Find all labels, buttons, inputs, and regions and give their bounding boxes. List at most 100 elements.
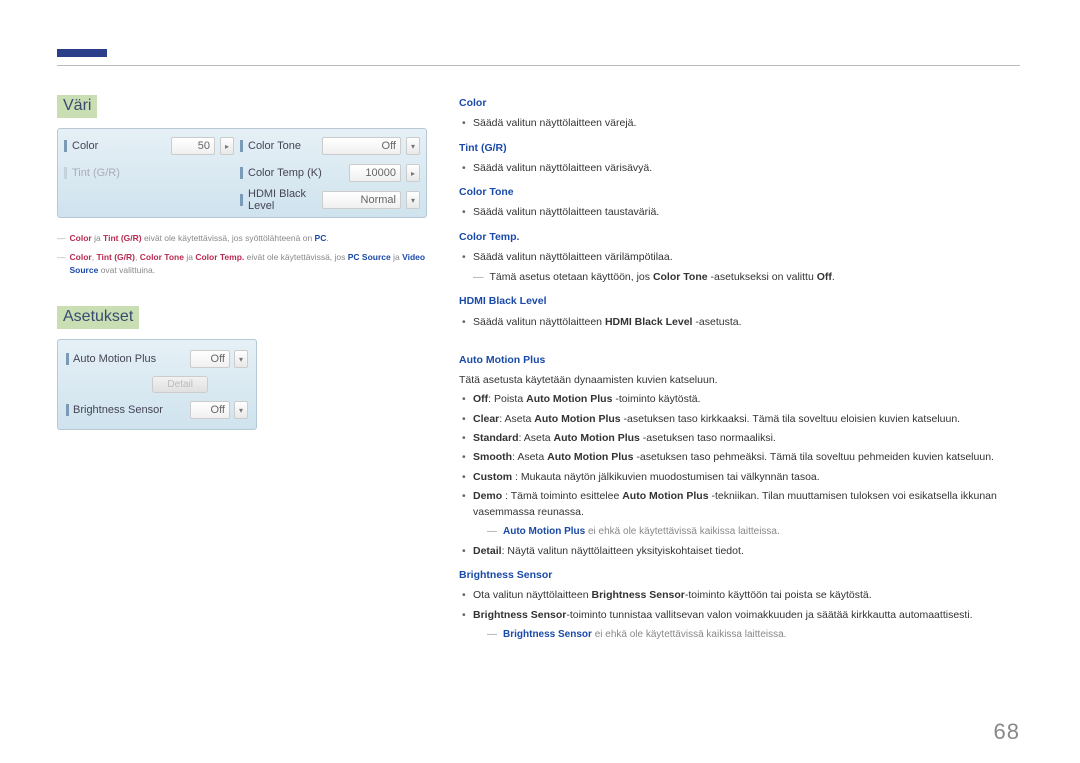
tick-icon	[64, 167, 67, 179]
note-bold: Color Tone	[653, 271, 708, 283]
osd-value-hbl[interactable]: Normal	[322, 191, 401, 209]
osd-panel-settings: Auto Motion Plus Off ▾ Detail Brightness…	[57, 339, 257, 430]
detail-button[interactable]: Detail	[152, 376, 208, 393]
label-text: Brightness Sensor	[73, 404, 163, 416]
bold-text: Standard	[473, 432, 519, 444]
note-text: ei ehkä ole käytettävissä kaikissa laitt…	[585, 526, 780, 537]
note-colortemp: ― Tämä asetus otetaan käyttöön, jos Colo…	[473, 269, 1020, 285]
text: : Aseta	[499, 413, 534, 425]
heading-tint: Tint (G/R)	[459, 140, 1020, 156]
dropdown-icon[interactable]: ▾	[234, 350, 248, 368]
dash-icon: ―	[57, 251, 66, 277]
spinner-right-icon[interactable]: ▸	[220, 137, 234, 155]
page-number: 68	[994, 719, 1020, 745]
footnote-highlight: Color	[70, 233, 92, 243]
heading-bs: Brightness Sensor	[459, 567, 1020, 583]
footnote-highlight: Color Tone	[140, 252, 184, 262]
osd-row-color: Color 50 ▸	[64, 135, 234, 157]
bold-text: Demo	[473, 490, 502, 502]
footnote-text: eivät ole käytettävissä, jos syöttölähte…	[142, 233, 315, 243]
bold-text: Off	[473, 393, 488, 405]
bold-text: Custom	[473, 471, 512, 483]
desc-tint: Säädä valitun näyttölaitteen värisävyä.	[473, 160, 1020, 176]
desc-colortemp: Säädä valitun näyttölaitteen värilämpöti…	[473, 249, 1020, 265]
spinner-right-icon[interactable]: ▸	[406, 164, 420, 182]
bold-text: Detail	[473, 545, 502, 557]
bold-text: Auto Motion Plus	[554, 432, 640, 444]
desc-hbl: Säädä valitun näyttölaitteen HDMI Black …	[473, 314, 1020, 330]
osd-value-color[interactable]: 50	[171, 137, 215, 155]
text: : Mukauta näytön jälkikuvien muodostumis…	[512, 471, 820, 483]
text: : Poista	[488, 393, 526, 405]
dropdown-icon[interactable]: ▾	[406, 191, 420, 209]
intro-amp: Tätä asetusta käytetään dynaamisten kuvi…	[459, 372, 1020, 388]
note-amp: ― Auto Motion Plus ei ehkä ole käytettäv…	[487, 524, 1020, 540]
footnote-highlight: Tint (G/R)	[96, 252, 135, 262]
footnote-highlight: Color Temp.	[195, 252, 244, 262]
footnote-1: ― Color ja Tint (G/R) eivät ole käytettä…	[57, 232, 427, 245]
text: -asetuksen taso normaaliksi.	[640, 432, 776, 444]
osd-label-colortempk: Color Temp (K)	[248, 167, 344, 179]
text: Ota valitun näyttölaitteen	[473, 589, 592, 601]
tick-icon	[240, 167, 243, 179]
text: Säädä valitun näyttölaitteen	[473, 316, 605, 328]
bold-text: HDMI Black Level	[605, 316, 693, 328]
bs-desc-2: Brightness Sensor-toiminto tunnistaa val…	[473, 607, 1020, 623]
osd-value-colortone[interactable]: Off	[322, 137, 401, 155]
osd-row-colortempk: Color Temp (K) 10000 ▸	[240, 162, 420, 184]
dash-icon: ―	[57, 232, 66, 245]
text: -toiminto käyttöön tai poista se käytöst…	[685, 589, 872, 601]
bold-text: Brightness Sensor	[473, 609, 566, 621]
amp-option-smooth: Smooth: Aseta Auto Motion Plus -asetukse…	[473, 449, 1020, 465]
tick-icon	[64, 140, 67, 152]
osd-value-colortempk[interactable]: 10000	[349, 164, 401, 182]
tick-icon	[66, 353, 69, 365]
bold-text: Clear	[473, 413, 499, 425]
amp-option-detail: Detail: Näytä valitun näyttölaitteen yks…	[473, 543, 1020, 559]
osd-label-bs: Brightness Sensor	[66, 404, 163, 416]
osd-label-color: Color	[72, 140, 166, 152]
dropdown-icon[interactable]: ▾	[234, 401, 248, 419]
note-text: -asetukseksi on valittu	[708, 271, 817, 283]
footnote-highlight: PC Source	[348, 252, 391, 262]
note-text: Tämä asetus otetaan käyttöön, jos	[490, 271, 653, 283]
osd-value-amp[interactable]: Off	[190, 350, 230, 368]
tick-icon	[66, 404, 69, 416]
footnote-highlight: PC	[315, 233, 327, 243]
dash-icon: ―	[487, 627, 497, 643]
bold-text: Brightness Sensor	[592, 589, 685, 601]
osd-panel-color: Color 50 ▸ Tint (G/R) Color Tone Off ▾	[57, 128, 427, 218]
osd-value-bs[interactable]: Off	[190, 401, 230, 419]
note-bold: Brightness Sensor	[503, 629, 592, 640]
note-bs: ― Brightness Sensor ei ehkä ole käytettä…	[487, 627, 1020, 643]
label-text: Auto Motion Plus	[73, 353, 156, 365]
text: : Aseta	[519, 432, 554, 444]
bold-text: Auto Motion Plus	[547, 451, 633, 463]
footnote-text: .	[326, 233, 328, 243]
text: -toiminto käytöstä.	[612, 393, 700, 405]
desc-colortone: Säädä valitun näyttölaitteen taustaväriä…	[473, 204, 1020, 220]
footnote-highlight: Color	[70, 252, 92, 262]
footnote-text: ja	[92, 233, 103, 243]
footnote-highlight: Tint (G/R)	[103, 233, 142, 243]
amp-option-standard: Standard: Aseta Auto Motion Plus -asetuk…	[473, 430, 1020, 446]
note-bold: Off	[817, 271, 832, 283]
dropdown-icon[interactable]: ▾	[406, 137, 420, 155]
dash-icon: ―	[487, 524, 497, 540]
heading-colortone: Color Tone	[459, 184, 1020, 200]
heading-hbl: HDMI Black Level	[459, 293, 1020, 309]
footnote-2: ― Color, Tint (G/R), Color Tone ja Color…	[57, 251, 427, 277]
text: -toiminto tunnistaa vallitsevan valon vo…	[566, 609, 972, 621]
text: -asetusta.	[692, 316, 741, 328]
bold-text: Auto Motion Plus	[526, 393, 612, 405]
osd-row-amp: Auto Motion Plus Off ▾	[66, 348, 248, 370]
amp-option-custom: Custom : Mukauta näytön jälkikuvien muod…	[473, 469, 1020, 485]
text: -asetuksen taso pehmeäksi. Tämä tila sov…	[633, 451, 994, 463]
text: : Tämä toiminto esittelee	[502, 490, 622, 502]
bold-text: Smooth	[473, 451, 512, 463]
bold-text: Auto Motion Plus	[622, 490, 708, 502]
footnote-text: eivät ole käytettävissä, jos	[244, 252, 347, 262]
heading-color: Color	[459, 95, 1020, 111]
osd-row-hbl: HDMI Black Level Normal ▾	[240, 189, 420, 211]
amp-option-clear: Clear: Aseta Auto Motion Plus -asetuksen…	[473, 411, 1020, 427]
